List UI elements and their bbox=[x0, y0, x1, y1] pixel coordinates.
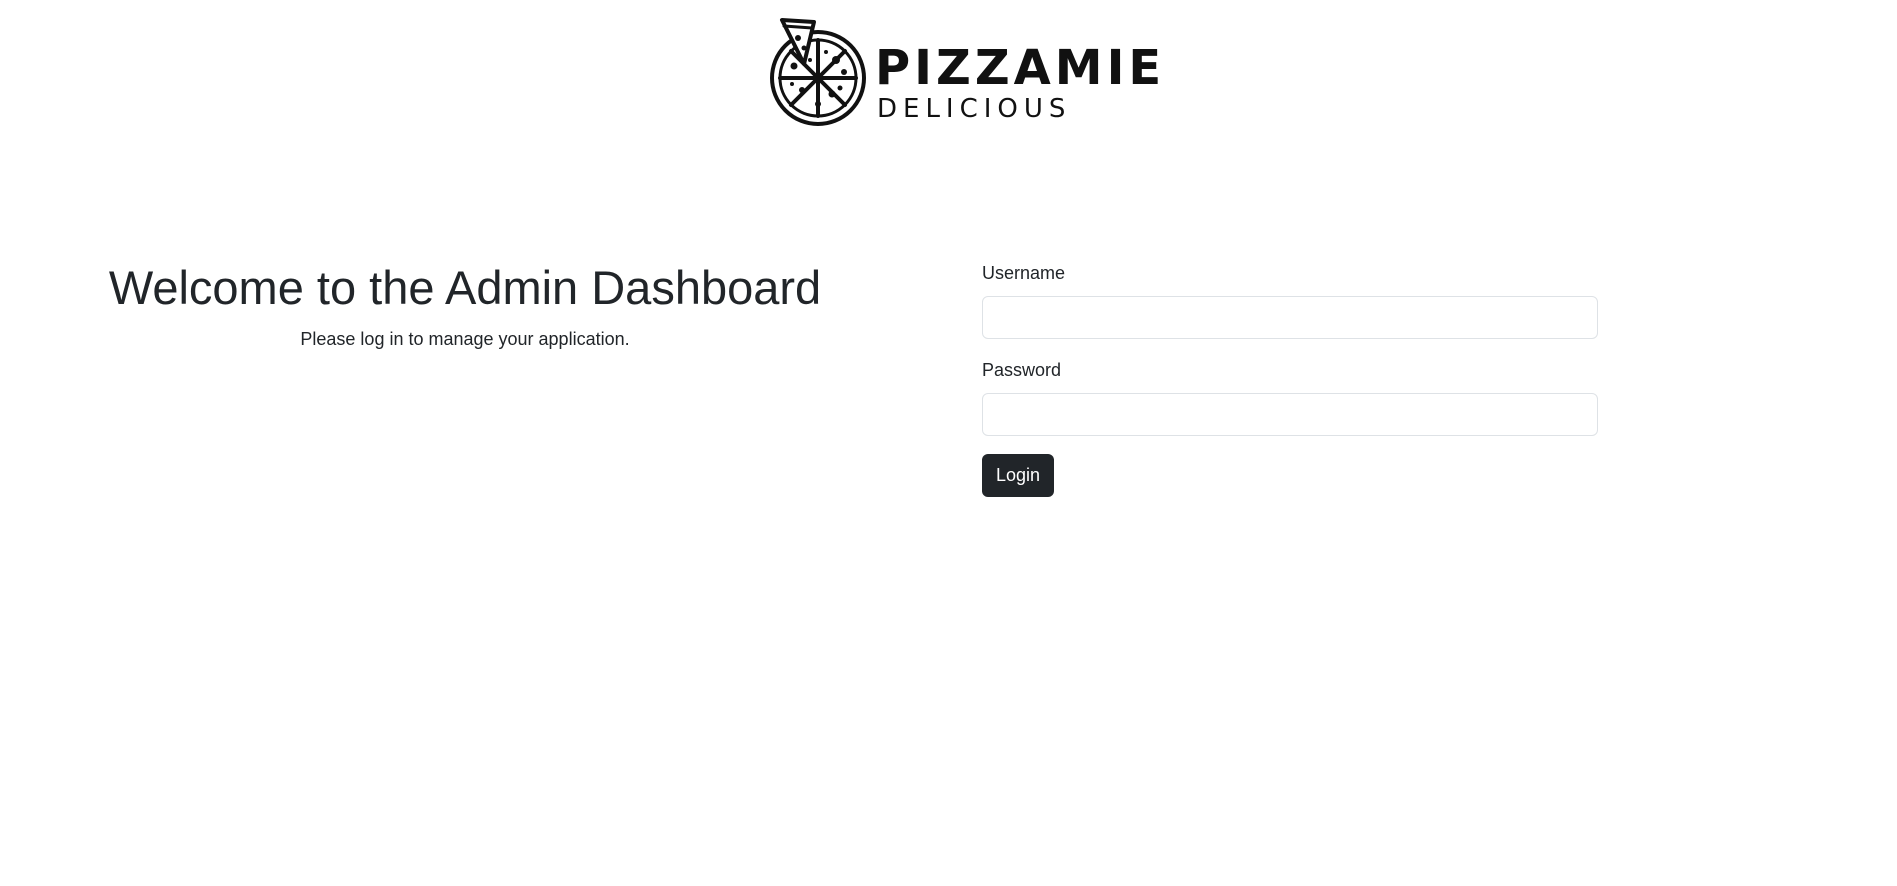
username-label: Username bbox=[982, 263, 1066, 283]
welcome-section: Welcome to the Admin Dashboard Please lo… bbox=[80, 258, 850, 350]
password-label: Password bbox=[982, 360, 1062, 380]
brand-tagline: DELICIOUS bbox=[877, 94, 1072, 124]
username-input[interactable] bbox=[982, 296, 1598, 339]
pizza-icon bbox=[770, 18, 866, 126]
password-input[interactable] bbox=[982, 393, 1598, 436]
page-title: Welcome to the Admin Dashboard bbox=[108, 261, 822, 314]
pizzamie-logo: PIZZAMIE DELICIOUS bbox=[768, 16, 1161, 130]
page-subtitle: Please log in to manage your application… bbox=[300, 329, 630, 349]
login-form: Username Password Login bbox=[982, 262, 1598, 497]
login-button[interactable]: Login bbox=[982, 454, 1055, 497]
login-page: PIZZAMIE DELICIOUS Welcome to the Admin … bbox=[0, 0, 1897, 886]
brand-name: PIZZAMIE bbox=[875, 40, 1166, 96]
